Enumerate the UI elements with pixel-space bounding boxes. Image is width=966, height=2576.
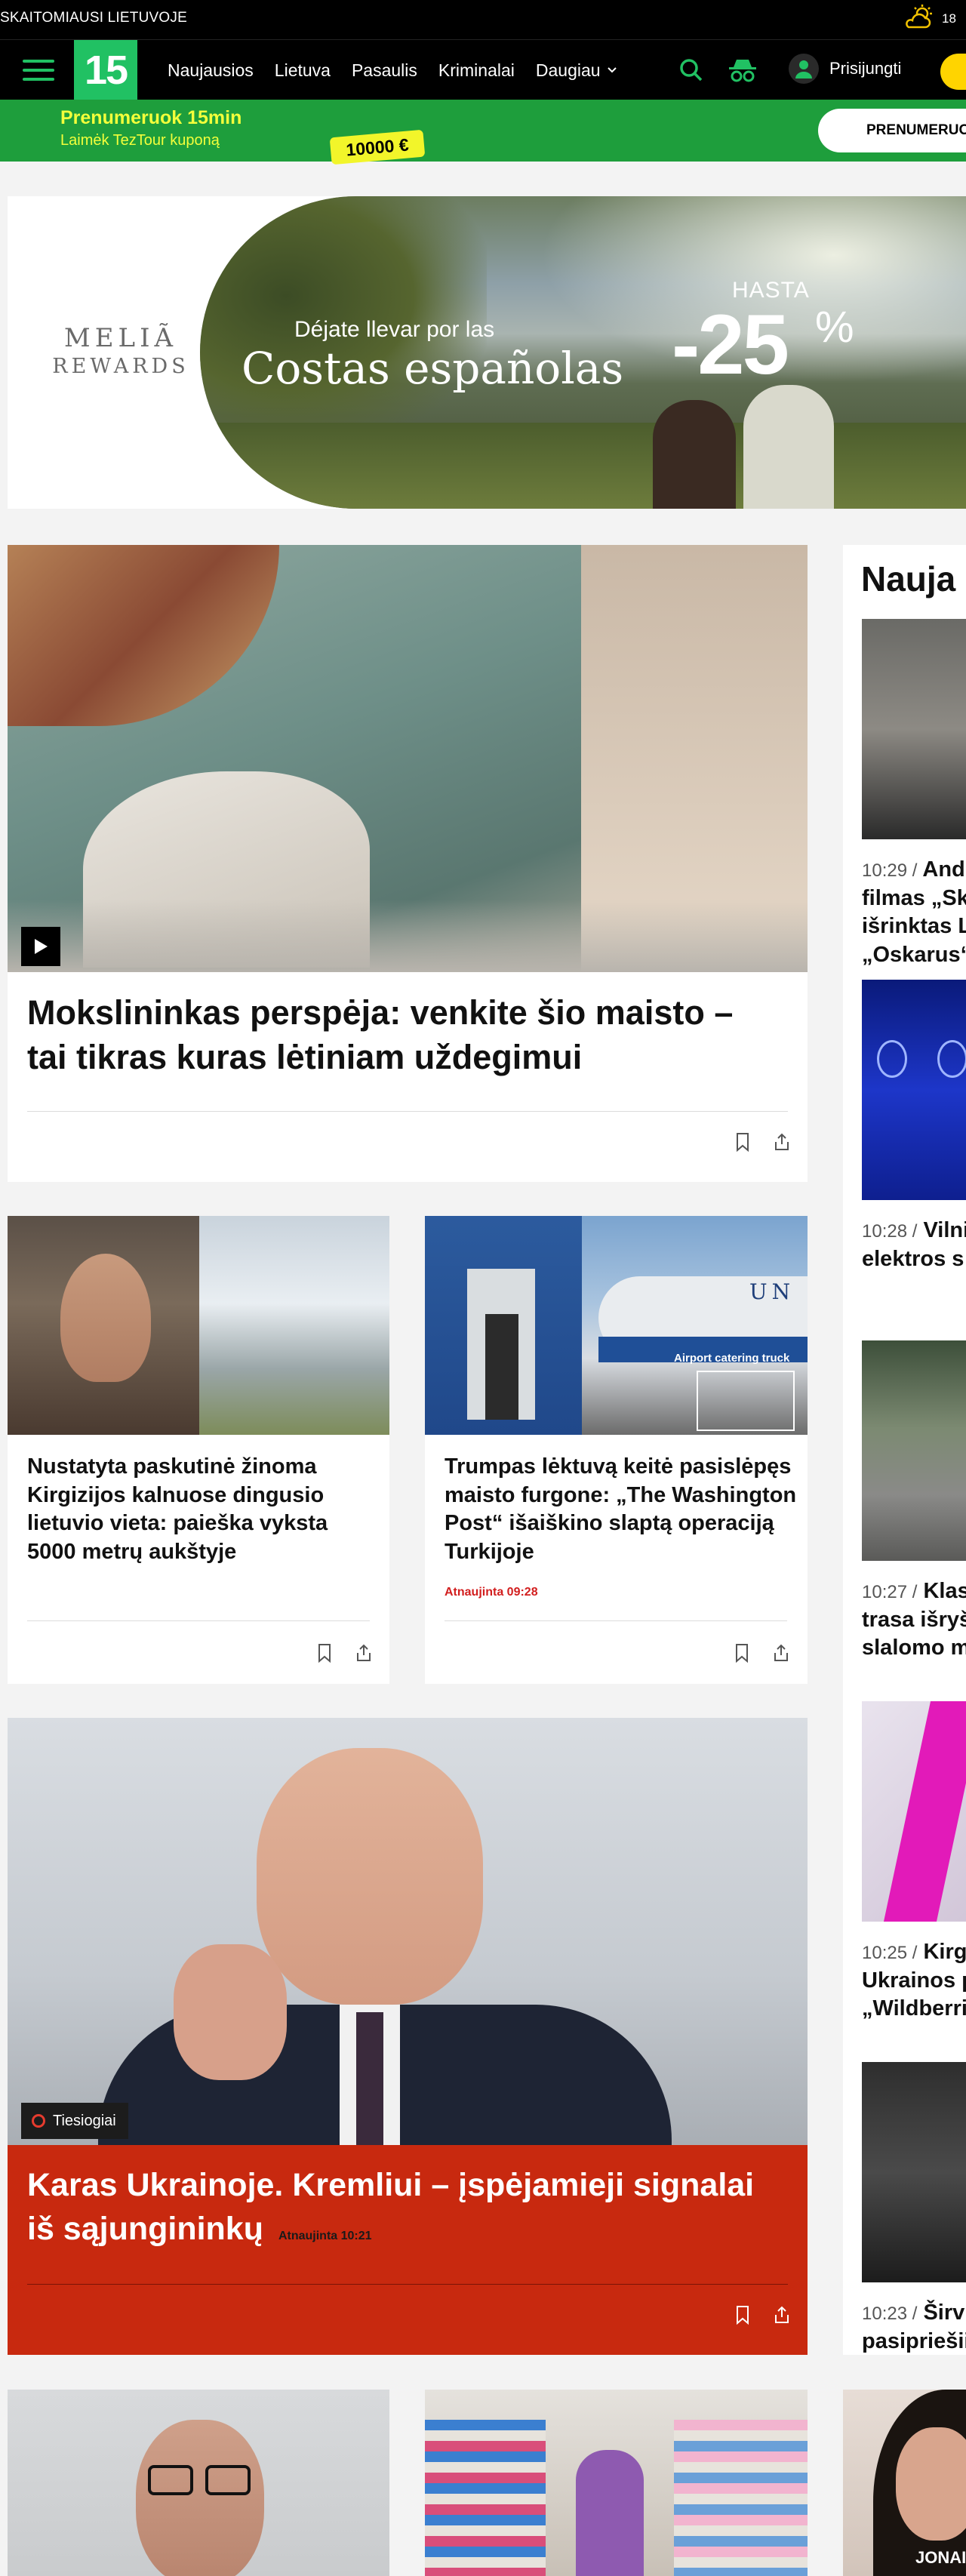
nav-more-dropdown[interactable]: Daugiau <box>536 60 617 81</box>
sidebar-title: Nauja <box>861 559 956 599</box>
sidebar-item-image[interactable] <box>862 980 966 1200</box>
story-card-bottom-3[interactable]: JONAI <box>843 2390 966 2576</box>
weather-widget[interactable]: 18 <box>903 5 956 33</box>
sidebar-item-image[interactable] <box>862 1340 966 1561</box>
main-story-headline[interactable]: Mokslininkas perspėja: venkite šio maist… <box>27 990 782 1080</box>
bookmark-icon[interactable] <box>315 1643 334 1663</box>
subscribe-pill-button[interactable] <box>940 54 966 90</box>
nav-link-kriminalai[interactable]: Kriminalai <box>438 60 515 81</box>
login-label: Prisijungti <box>829 59 902 78</box>
play-video-button[interactable] <box>21 927 60 966</box>
share-icon[interactable] <box>355 1643 373 1663</box>
story-headline-kyrgyzstan[interactable]: Nustatyta paskutinė žinoma Kirgizijos ka… <box>27 1453 374 1567</box>
live-story-image[interactable] <box>8 1718 808 2145</box>
card-actions <box>733 1643 790 1663</box>
story-image-kyrgyzstan[interactable] <box>8 1216 389 1435</box>
card-actions <box>734 2305 791 2325</box>
live-badge-label: Tiesiogiai <box>53 2112 116 2129</box>
story-card-bottom-1[interactable] <box>8 2390 389 2576</box>
story-image-trump-plane[interactable]: UN Airport catering truck <box>425 1216 808 1435</box>
share-icon[interactable] <box>773 2305 791 2325</box>
main-story-image[interactable] <box>8 545 808 972</box>
sidebar-item[interactable]: 10:27 / Klas trasa išryš slalomo m <box>862 1577 966 1663</box>
story-card-bottom-2[interactable] <box>425 2390 808 2576</box>
bookmark-icon[interactable] <box>734 2305 752 2325</box>
sidebar-item[interactable]: 10:28 / Vilni elektros s <box>862 1217 966 1273</box>
advertisement-banner[interactable]: MELIÃ REWARDS Déjate llevar por las Cost… <box>8 196 966 509</box>
main-navigation: 15 Naujausios Lietuva Pasaulis Kriminala… <box>0 39 966 100</box>
promo-title: Prenumeruok 15min <box>60 107 242 128</box>
sidebar-item[interactable]: 10:25 / Kirg Ukrainos p „Wildberri <box>862 1938 966 2024</box>
story-card-trump-plane[interactable]: UN Airport catering truck Trumpas lėktuv… <box>425 1216 808 1684</box>
site-logo[interactable]: 15 <box>74 40 137 100</box>
story-image-bottom-3[interactable]: JONAI <box>843 2390 966 2576</box>
menu-icon[interactable] <box>23 60 54 81</box>
subscription-promo-bar[interactable]: Prenumeruok 15min Laimėk TezTour kuponą … <box>0 100 966 165</box>
sidebar-item-image[interactable] <box>862 619 966 839</box>
search-icon[interactable] <box>676 55 706 85</box>
top-strip: SKAITOMIAUSI LIETUVOJE 18 <box>0 0 966 39</box>
sidebar-item-image[interactable] <box>862 1701 966 1922</box>
latest-news-sidebar: Nauja 10:29 / Andr filmas „Sk išrinktas … <box>843 545 966 2355</box>
nav-link-pasaulis[interactable]: Pasaulis <box>352 60 417 81</box>
bookmark-icon[interactable] <box>734 1132 752 1152</box>
ad-slogan-line1: Déjate llevar por las <box>294 317 495 342</box>
weather-cloud-sun-icon <box>906 5 932 29</box>
bookmark-icon[interactable] <box>733 1643 751 1663</box>
melia-rewards-logo: MELIÃ REWARDS <box>30 323 211 378</box>
nav-link-naujausios[interactable]: Naujausios <box>168 60 254 81</box>
story-image-bottom-2[interactable] <box>425 2390 808 2576</box>
updated-timestamp: Atnaujinta 09:28 <box>445 1586 538 1599</box>
promo-subtitle: Laimėk TezTour kuponą <box>60 132 220 149</box>
card-actions <box>734 1132 791 1152</box>
story-headline-trump-plane[interactable]: Trumpas lėktuvą keitė pasislėpęs maisto … <box>445 1453 799 1567</box>
chevron-down-icon <box>607 67 617 73</box>
live-badge: Tiesiogiai <box>21 2103 128 2139</box>
sidebar-item[interactable]: 10:29 / Andr filmas „Sk išrinktas L „Osk… <box>862 856 966 970</box>
sidebar-item-image[interactable] <box>862 2062 966 2282</box>
subscribe-button[interactable]: Prenumeruo <box>818 109 966 152</box>
ad-slogan-line2: Costas españolas <box>242 343 624 394</box>
card-divider <box>27 2284 788 2285</box>
live-dot-icon <box>32 2114 45 2128</box>
main-story-card[interactable]: Mokslininkas perspėja: venkite šio maist… <box>8 545 808 1182</box>
user-icon <box>789 54 819 84</box>
ad-percent: % <box>815 303 854 352</box>
card-divider <box>27 1111 788 1112</box>
share-icon[interactable] <box>772 1643 790 1663</box>
sidebar-item[interactable]: 10:23 / Širvi pasipriešii <box>862 2299 966 2355</box>
image-caption: JONAI <box>915 2548 966 2567</box>
updated-timestamp: Atnaujinta 10:21 <box>278 2230 372 2243</box>
live-story-headline[interactable]: Karas Ukrainoje. Kremliui – įspėjamieji … <box>27 2163 789 2251</box>
ad-discount: -25 <box>672 297 789 392</box>
story-card-kyrgyzstan[interactable]: Nustatyta paskutinė žinoma Kirgizijos ka… <box>8 1216 389 1684</box>
story-image-bottom-1[interactable] <box>8 2390 389 2576</box>
image-caption: Airport catering truck <box>674 1352 790 1365</box>
ad-brand-line2: REWARDS <box>52 355 189 378</box>
site-slogan: SKAITOMIAUSI LIETUVOJE <box>0 10 187 26</box>
login-button[interactable]: Prisijungti <box>789 54 901 84</box>
weather-temperature: 18 <box>942 11 956 26</box>
nav-links: Naujausios Lietuva Pasaulis Kriminalai D… <box>168 40 617 100</box>
card-actions <box>315 1643 373 1663</box>
incognito-icon[interactable] <box>728 55 758 85</box>
card-divider <box>445 1620 787 1621</box>
share-icon[interactable] <box>773 1132 791 1152</box>
ad-brand-line1: MELIÃ <box>63 323 178 353</box>
live-story-headline-text: Karas Ukrainoje. Kremliui – įspėjamieji … <box>27 2167 755 2248</box>
live-story-card[interactable]: Tiesiogiai Karas Ukrainoje. Kremliui – į… <box>8 1718 808 2355</box>
play-icon <box>35 939 48 954</box>
nav-link-lietuva[interactable]: Lietuva <box>275 60 331 81</box>
card-divider <box>27 1620 370 1621</box>
plane-lettering: UN <box>749 1279 795 1304</box>
nav-more-label: Daugiau <box>535 60 601 80</box>
coupon-badge: 10000 € <box>329 129 426 165</box>
